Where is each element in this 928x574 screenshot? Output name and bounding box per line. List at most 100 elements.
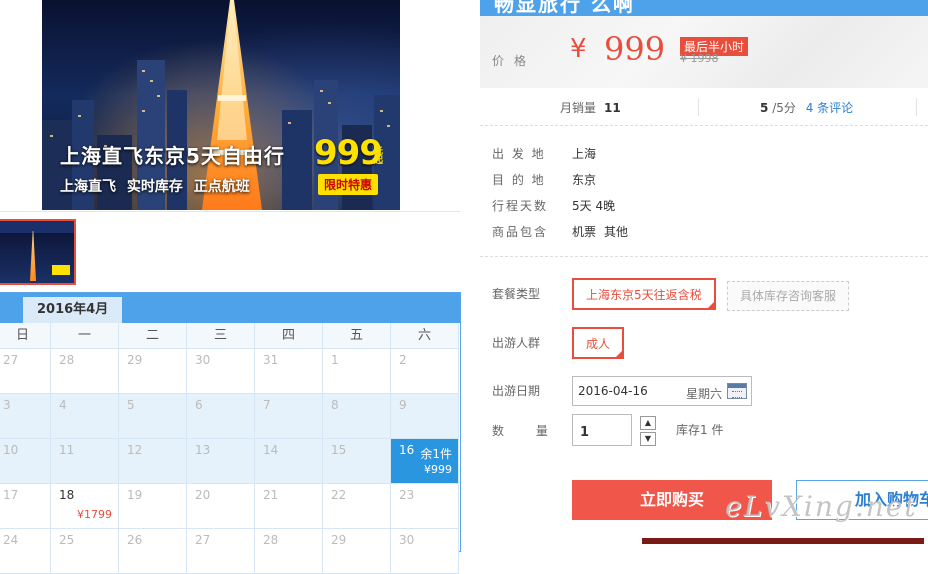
price-box: 价格 ¥ 999 最后半小时 ¥ 1998: [480, 16, 928, 88]
calendar-day: 4: [51, 394, 119, 439]
calendar-day: 27: [0, 349, 51, 394]
calendar-day: 30: [391, 529, 459, 574]
travel-date-input[interactable]: 2016-04-16 星期六: [572, 376, 752, 406]
calendar-day-number: 12: [127, 443, 143, 457]
product-title-bar: 畅显旅行 么啊: [480, 0, 928, 16]
calendar-day: 2: [391, 349, 459, 394]
info-value: 机票: [572, 225, 597, 239]
calendar-day: 21: [255, 484, 323, 529]
divider: [0, 211, 460, 212]
calendar-day-number: 22: [331, 488, 347, 502]
travel-date-label: 出游日期: [492, 384, 541, 398]
calendar-day-number: 16: [399, 443, 415, 457]
calendar-day: 8: [323, 394, 391, 439]
stats-separator: [916, 98, 917, 116]
price-label: 价格: [492, 54, 537, 68]
add-to-cart-button[interactable]: 加入购物车: [796, 480, 928, 520]
calendar-day-number: 7: [263, 398, 271, 412]
buy-now-button[interactable]: 立即购买: [572, 480, 772, 520]
calendar-day-number: 30: [195, 353, 211, 367]
info-value: 上海: [572, 147, 597, 161]
info-includes: 商品包含 机票 其他: [492, 223, 628, 240]
calendar-day: 28: [255, 529, 323, 574]
package-type-label: 套餐类型: [492, 287, 541, 301]
calendar-day-number: 14: [263, 443, 279, 457]
hero-promo-badge: 限时特惠: [318, 174, 379, 195]
calendar-day-number: 23: [399, 488, 415, 502]
calendar-day: 31: [255, 349, 323, 394]
calendar-header: 2016年4月: [0, 293, 460, 323]
calendar-day: 13: [187, 439, 255, 484]
calendar-day: 11: [51, 439, 119, 484]
rating-suffix: /5分: [772, 101, 796, 115]
calendar-day[interactable]: 16 余1件 ¥999: [391, 439, 459, 484]
quantity-label: 数 量: [492, 424, 562, 438]
reviews-link[interactable]: 4 条评论: [806, 101, 853, 115]
info-duration: 行程天数 5天 4晚: [492, 197, 615, 214]
calendar-day: 3: [0, 394, 51, 439]
info-value-secondary: 其他: [604, 225, 629, 239]
calendar-day-number: 4: [59, 398, 67, 412]
calendar-day: 25: [51, 529, 119, 574]
calendar-day-number: 29: [127, 353, 143, 367]
travel-date-value: 2016-04-16: [578, 384, 648, 398]
info-value: 5天 4晚: [572, 199, 616, 213]
calendar-day-number: 28: [263, 533, 279, 547]
calendar-day: 29: [119, 349, 187, 394]
calendar-day-number: 29: [331, 533, 347, 547]
calendar-day: 10: [0, 439, 51, 484]
traveler-group-adult[interactable]: 成人: [572, 327, 625, 359]
calendar-day-number: 3: [3, 398, 11, 412]
calendar-day-number: 18: [59, 488, 75, 502]
info-label: 目 的 地: [492, 173, 546, 187]
calendar-day-number: 27: [195, 533, 211, 547]
quantity-decrease-button[interactable]: ▼: [640, 432, 656, 446]
product-stats: 月销量 11 5 /5分 4 条评论: [480, 88, 928, 126]
calendar-day-number: 21: [263, 488, 279, 502]
calendar-day-number: 19: [127, 488, 143, 502]
traveler-group-label: 出游人群: [492, 336, 541, 350]
calendar-day-number: 25: [59, 533, 75, 547]
calendar-day-number: 5: [127, 398, 135, 412]
hero-subtitle: 上海直飞 实时库存 正点航班: [60, 179, 250, 195]
hero-banner: 上海直飞东京5天自由行 上海直飞 实时库存 正点航班 999 元起 限时特惠: [42, 0, 400, 210]
hero-price-unit: 元起: [374, 147, 384, 166]
calendar-weekday-header: 一: [51, 323, 119, 349]
calendar-day-number: 6: [195, 398, 203, 412]
calendar-day-number: 11: [59, 443, 75, 457]
calendar-day-number: 26: [127, 533, 143, 547]
chevron-down-icon: ▼: [644, 434, 652, 443]
calendar-day: 12: [119, 439, 187, 484]
original-price: ¥ 1998: [680, 52, 719, 65]
quantity-increase-button[interactable]: ▲: [640, 416, 656, 430]
calendar-day: 20: [187, 484, 255, 529]
hero-price: 999: [314, 133, 383, 173]
gallery-thumbnail[interactable]: [0, 219, 76, 285]
calendar-month-tab[interactable]: 2016年4月: [23, 297, 123, 323]
calendar-weekday-header: 五: [323, 323, 391, 349]
calendar-day: 23: [391, 484, 459, 529]
quantity-input[interactable]: 1: [572, 414, 632, 446]
section-divider: [480, 256, 928, 257]
calendar-day: 29: [323, 529, 391, 574]
calendar-day-number: 27: [3, 353, 19, 367]
calendar-day: 1: [323, 349, 391, 394]
calendar-day: 28: [51, 349, 119, 394]
info-label: 出 发 地: [492, 147, 546, 161]
calendar-day[interactable]: 18 ¥1799: [51, 484, 119, 529]
calendar-weekday-header: 三: [187, 323, 255, 349]
calendar-day-number: 30: [399, 533, 415, 547]
info-label: 商品包含: [492, 225, 549, 239]
calendar-day-number: 31: [263, 353, 279, 367]
calendar-day-number: 17: [3, 488, 19, 502]
calendar-day: 15: [323, 439, 391, 484]
calendar-day: 22: [323, 484, 391, 529]
package-option-selected[interactable]: 上海东京5天往返含税: [572, 278, 716, 310]
thumbnail-header-strip: [0, 221, 74, 233]
calendar-day: 14: [255, 439, 323, 484]
calendar-icon[interactable]: [727, 383, 747, 399]
package-consult-option[interactable]: 具体库存咨询客服: [727, 281, 850, 311]
calendar-day: 6: [187, 394, 255, 439]
monthly-sales: 月销量 11: [560, 99, 621, 116]
calendar-day: 24: [0, 529, 51, 574]
